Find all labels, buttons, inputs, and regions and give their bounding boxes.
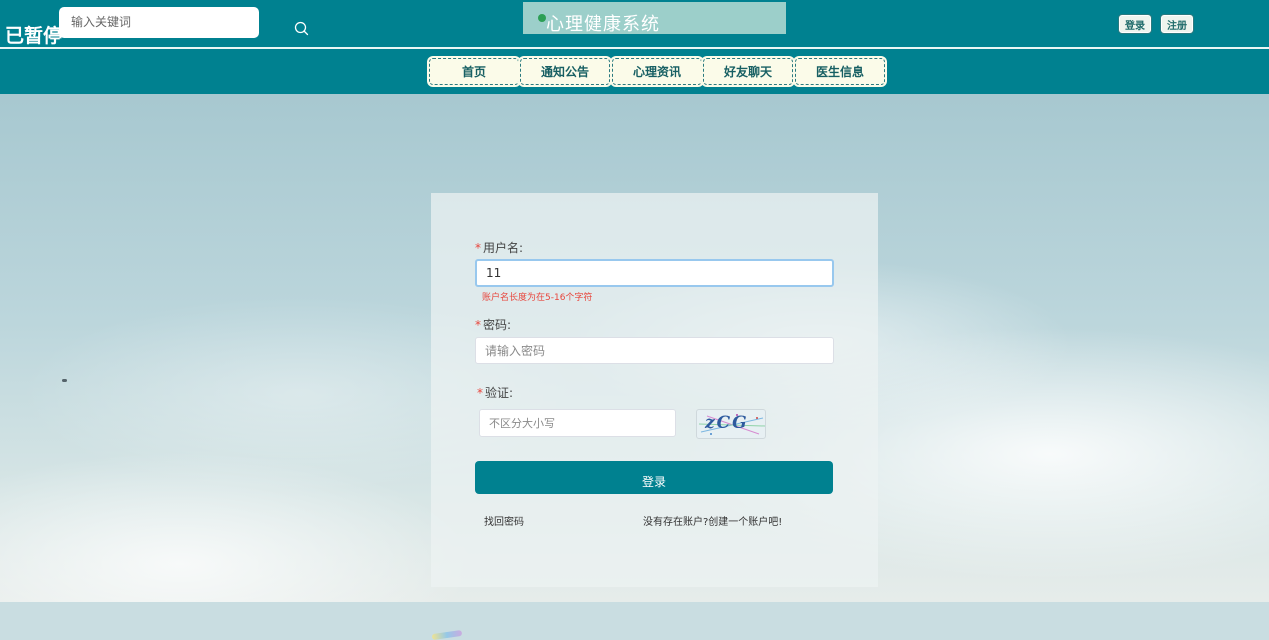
- search-box: [59, 7, 315, 42]
- login-submit-button[interactable]: 登录: [475, 461, 833, 494]
- site-title-box: 心理健康系统: [523, 2, 786, 35]
- captcha-input[interactable]: [479, 409, 676, 437]
- search-input[interactable]: [71, 14, 221, 30]
- header-register-button[interactable]: 注册: [1160, 14, 1194, 34]
- username-label: * 用户名:: [475, 241, 524, 255]
- bird-decoration: [62, 379, 67, 382]
- top-bar: 已暂停 心理健康系统 登录 注册: [0, 0, 1269, 48]
- main-nav: 首页 通知公告 心理资讯 好友聊天 医生信息: [0, 49, 1269, 94]
- required-mark: *: [475, 318, 481, 332]
- nav-item-announcements[interactable]: 通知公告: [520, 58, 610, 85]
- username-input[interactable]: [475, 259, 834, 287]
- password-label: * 密码:: [475, 318, 512, 332]
- site-title: 心理健康系统: [546, 14, 660, 35]
- username-error-message: 账户名长度为在5-16个字符: [482, 293, 593, 303]
- captcha-image[interactable]: zCG: [696, 409, 766, 439]
- required-mark: *: [477, 386, 483, 400]
- paused-status-text: 已暂停: [5, 25, 63, 47]
- nav-item-home[interactable]: 首页: [429, 58, 519, 85]
- create-account-link[interactable]: 没有存在账户?创建一个账户吧!: [643, 513, 782, 528]
- title-dot-icon: [538, 14, 546, 22]
- password-input[interactable]: [475, 337, 834, 364]
- nav-item-psychology-news[interactable]: 心理资讯: [612, 58, 702, 85]
- captcha-label: * 验证:: [477, 386, 514, 400]
- required-mark: *: [475, 241, 481, 255]
- header-login-button[interactable]: 登录: [1118, 14, 1152, 34]
- nav-item-friend-chat[interactable]: 好友聊天: [703, 58, 793, 85]
- forgot-password-link[interactable]: 找回密码: [484, 513, 524, 528]
- kite-decoration: [431, 629, 463, 640]
- nav-item-doctor-info[interactable]: 医生信息: [795, 58, 885, 85]
- search-icon: [294, 21, 309, 36]
- search-button[interactable]: [288, 15, 315, 42]
- login-panel: *用户名: 账户名长度为在5-16个字符 *密码: *验证: zCG 登录 找回…: [431, 193, 878, 587]
- captcha-code: zCG: [705, 413, 749, 433]
